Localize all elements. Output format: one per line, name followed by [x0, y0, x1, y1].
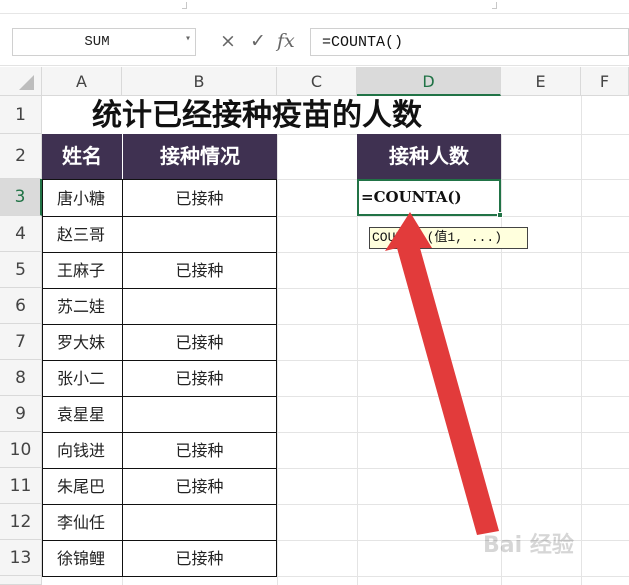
baidu-watermark: Bai 经验 [483, 527, 623, 563]
name-cell[interactable]: 张小二 [42, 360, 123, 397]
column-header-c[interactable]: C [277, 67, 357, 96]
status-cell[interactable]: 已接种 [122, 468, 277, 505]
name-cell[interactable]: 朱尾巴 [42, 468, 123, 505]
enter-icon[interactable]: ✓ [250, 30, 266, 52]
status-cell[interactable] [122, 396, 277, 433]
row-header-2[interactable]: 2 [0, 134, 42, 179]
name-cell[interactable]: 苏二娃 [42, 288, 123, 325]
status-cell[interactable] [122, 216, 277, 253]
watermark-text: Bai 经验 [483, 533, 574, 558]
sheet-title[interactable]: 统计已经接种疫苗的人数 [42, 96, 508, 134]
name-box[interactable]: SUM ▾ [12, 28, 196, 56]
row-header-1[interactable]: 1 [0, 96, 42, 134]
chevron-down-icon[interactable]: ▾ [185, 33, 191, 45]
corner-triangle-icon [19, 75, 34, 90]
header-cell-count[interactable]: 接种人数 [357, 134, 501, 179]
status-cell[interactable] [122, 504, 277, 541]
status-cell[interactable]: 已接种 [122, 540, 277, 577]
name-cell[interactable]: 袁星星 [42, 396, 123, 433]
column-header-b[interactable]: B [122, 67, 277, 96]
row-header-9[interactable]: 9 [0, 396, 42, 432]
column-header-f[interactable]: F [581, 67, 629, 96]
column-header-e[interactable]: E [501, 67, 581, 96]
active-cell-formula: =COUNTA() [361, 188, 462, 206]
fill-handle[interactable] [497, 212, 503, 218]
status-cell[interactable]: 已接种 [122, 179, 277, 217]
column-header-a[interactable]: A [42, 67, 122, 96]
status-cell[interactable] [122, 288, 277, 325]
name-box-value: SUM [84, 34, 110, 50]
name-cell[interactable]: 罗大妹 [42, 324, 123, 361]
resize-tick [182, 2, 187, 9]
name-cell[interactable]: 向钱进 [42, 432, 123, 469]
row-header-13[interactable]: 13 [0, 540, 42, 576]
select-all-corner[interactable] [0, 67, 42, 96]
active-cell-d3[interactable]: =COUNTA() [357, 179, 501, 216]
status-cell[interactable]: 已接种 [122, 252, 277, 289]
status-cell[interactable]: 已接种 [122, 324, 277, 361]
formula-input[interactable]: =COUNTA() [310, 28, 629, 56]
row-header-4[interactable]: 4 [0, 216, 42, 252]
fx-icon[interactable]: fx [277, 30, 295, 52]
row-header-12[interactable]: 12 [0, 504, 42, 540]
resize-tick [492, 2, 497, 9]
row-header-3[interactable]: 3 [0, 179, 42, 216]
column-header-d[interactable]: D [357, 67, 501, 96]
status-cell[interactable]: 已接种 [122, 360, 277, 397]
name-cell[interactable]: 徐锦鲤 [42, 540, 123, 577]
function-tooltip[interactable]: COUNTA (值1, ...) [369, 227, 528, 249]
status-cell[interactable]: 已接种 [122, 432, 277, 469]
row-header-8[interactable]: 8 [0, 360, 42, 396]
row-header-6[interactable]: 6 [0, 288, 42, 324]
row-header-7[interactable]: 7 [0, 324, 42, 360]
name-cell[interactable]: 赵三哥 [42, 216, 123, 253]
row-header-10[interactable]: 10 [0, 432, 42, 468]
header-cell-name[interactable]: 姓名 [42, 134, 122, 179]
row-header-11[interactable]: 11 [0, 468, 42, 504]
cancel-icon[interactable]: × [220, 30, 236, 52]
gridline [277, 96, 278, 585]
row-header-partial [0, 576, 42, 585]
header-cell-status[interactable]: 接种情况 [122, 134, 277, 179]
row-header-5[interactable]: 5 [0, 252, 42, 288]
top-strip [0, 0, 629, 14]
gridline [581, 96, 582, 585]
name-cell[interactable]: 李仙任 [42, 504, 123, 541]
gridline [501, 96, 502, 585]
name-cell[interactable]: 唐小糖 [42, 179, 123, 217]
name-cell[interactable]: 王麻子 [42, 252, 123, 289]
formula-text: =COUNTA() [322, 34, 404, 51]
